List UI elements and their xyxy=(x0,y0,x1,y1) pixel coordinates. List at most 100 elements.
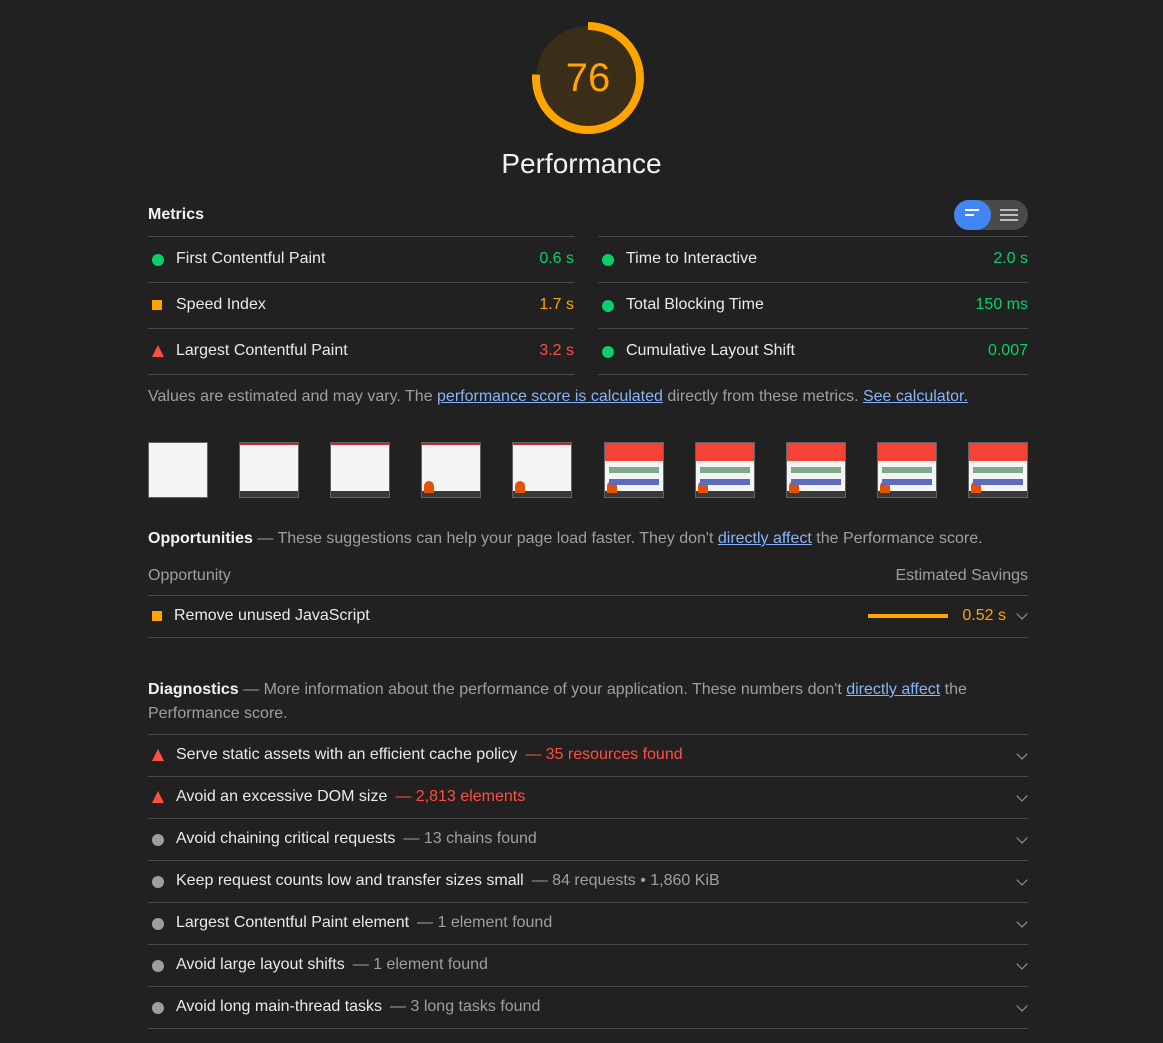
note-prefix: Values are estimated and may vary. The xyxy=(148,388,438,405)
estimated-savings-column-header: Estimated Savings xyxy=(895,567,1028,584)
metric-value: 2.0 s xyxy=(993,250,1028,267)
opportunity-row[interactable]: Remove unused JavaScript 0.52 s xyxy=(148,596,1028,638)
filmstrip-frame xyxy=(421,442,481,498)
diagnostic-detail: — 1 element found xyxy=(352,956,488,973)
diagnostic-label: Largest Contentful Paint element xyxy=(176,914,410,931)
metric-label: First Contentful Paint xyxy=(176,250,326,267)
metric-row: Largest Contentful Paint 3.2 s xyxy=(148,328,574,375)
metric-value: 0.6 s xyxy=(539,250,574,267)
info-circle-icon xyxy=(152,834,164,846)
metric-value: 150 ms xyxy=(975,296,1028,313)
diagnostic-row[interactable]: Avoid chaining critical requests — 13 cha… xyxy=(148,818,1028,860)
chevron-down-icon[interactable] xyxy=(1016,748,1028,760)
metric-label: Largest Contentful Paint xyxy=(176,342,348,359)
diagnostic-row[interactable]: Serve static assets with an efficient ca… xyxy=(148,734,1028,776)
diagnostic-label-group: Keep request counts low and transfer siz… xyxy=(176,872,720,890)
diagnostic-label: Avoid large layout shifts xyxy=(176,956,345,973)
diagnostics-description: Diagnostics — More information about the… xyxy=(148,678,1028,726)
pass-circle-icon xyxy=(602,254,614,266)
pass-circle-icon xyxy=(602,300,614,312)
metrics-header: Metrics xyxy=(148,198,1028,234)
chevron-down-icon[interactable] xyxy=(1016,608,1028,620)
metrics-note: Values are estimated and may vary. The p… xyxy=(148,388,968,406)
diagnostic-detail: — 3 long tasks found xyxy=(390,998,541,1015)
metric-value: 3.2 s xyxy=(539,342,574,359)
chevron-down-icon[interactable] xyxy=(1016,958,1028,970)
diagnostic-label-group: Avoid large layout shifts — 1 element fou… xyxy=(176,956,488,974)
metrics-view-toggle[interactable] xyxy=(954,200,1028,230)
filmstrip xyxy=(148,442,1028,500)
diagnostic-row[interactable]: Avoid an excessive DOM size — 2,813 eleme… xyxy=(148,776,1028,818)
filmstrip-frame xyxy=(968,442,1028,498)
diagnostic-row[interactable]: Avoid large layout shifts — 1 element fou… xyxy=(148,944,1028,986)
metric-label: Speed Index xyxy=(176,296,266,313)
fail-triangle-icon xyxy=(152,791,164,803)
compact-view-icon xyxy=(965,209,979,219)
filmstrip-frame xyxy=(877,442,937,498)
average-square-icon xyxy=(152,300,162,310)
info-circle-icon xyxy=(152,1002,164,1014)
fail-triangle-icon xyxy=(152,345,164,357)
diagnostic-label: Avoid chaining critical requests xyxy=(176,830,396,847)
chevron-down-icon[interactable] xyxy=(1016,790,1028,802)
filmstrip-frame xyxy=(604,442,664,498)
metric-row: Cumulative Layout Shift 0.007 xyxy=(598,328,1028,375)
metric-row: Total Blocking Time 150 ms xyxy=(598,282,1028,328)
metric-label: Cumulative Layout Shift xyxy=(626,342,795,359)
filmstrip-frame xyxy=(239,442,299,498)
performance-score-link[interactable]: performance score is calculated xyxy=(437,388,663,405)
opportunities-directly-affect-link[interactable]: directly affect xyxy=(718,530,812,547)
diagnostic-detail: — 2,813 elements xyxy=(395,788,526,805)
diagnostic-label-group: Avoid chaining critical requests — 13 cha… xyxy=(176,830,537,848)
diagnostic-row[interactable]: Largest Contentful Paint element — 1 elem… xyxy=(148,902,1028,944)
opportunity-savings: 0.52 s xyxy=(962,607,1006,624)
metrics-column-right: Time to Interactive 2.0 s Total Blocking T… xyxy=(598,236,1028,375)
diagnostic-row[interactable]: Avoid long main-thread tasks — 3 long tas… xyxy=(148,986,1028,1029)
filmstrip-frame xyxy=(786,442,846,498)
metric-row: Speed Index 1.7 s xyxy=(148,282,574,328)
pass-circle-icon xyxy=(602,346,614,358)
see-calculator-link[interactable]: See calculator. xyxy=(863,388,968,405)
info-circle-icon xyxy=(152,876,164,888)
diagnostic-row[interactable]: Keep request counts low and transfer siz… xyxy=(148,860,1028,902)
diagnostic-detail: — 35 resources found xyxy=(525,746,683,763)
diagnostic-label-group: Serve static assets with an efficient ca… xyxy=(176,746,683,764)
filmstrip-frame xyxy=(148,442,208,498)
opportunity-column-header: Opportunity xyxy=(148,567,231,584)
diagnostic-label-group: Avoid long main-thread tasks — 3 long tas… xyxy=(176,998,540,1016)
chevron-down-icon[interactable] xyxy=(1016,832,1028,844)
metrics-column-left: First Contentful Paint 0.6 s Speed Index 1.… xyxy=(148,236,574,375)
diagnostics-directly-affect-link[interactable]: directly affect xyxy=(846,681,940,698)
metric-row: First Contentful Paint 0.6 s xyxy=(148,236,574,282)
chevron-down-icon[interactable] xyxy=(1016,874,1028,886)
diagnostic-label-group: Largest Contentful Paint element — 1 elem… xyxy=(176,914,552,932)
expanded-view-icon[interactable] xyxy=(1000,209,1018,224)
performance-score-value: 76 xyxy=(565,55,611,100)
note-middle: directly from these metrics. xyxy=(662,388,863,405)
info-circle-icon xyxy=(152,960,164,972)
diagnostic-detail: — 1 element found xyxy=(417,914,553,931)
compact-view-button[interactable] xyxy=(954,200,991,230)
metric-label: Time to Interactive xyxy=(626,250,758,267)
savings-bar xyxy=(868,614,948,618)
diagnostic-label: Serve static assets with an efficient ca… xyxy=(176,746,518,763)
metric-value: 1.7 s xyxy=(539,296,574,313)
metrics-title: Metrics xyxy=(148,206,205,223)
metric-label: Total Blocking Time xyxy=(626,296,764,313)
info-circle-icon xyxy=(152,918,164,930)
filmstrip-frame xyxy=(330,442,390,498)
diagnostic-label-group: Avoid an excessive DOM size — 2,813 eleme… xyxy=(176,788,525,806)
diagnostic-detail: — 84 requests • 1,860 KiB xyxy=(531,872,720,889)
opportunities-title: Opportunities xyxy=(148,530,253,547)
diagnostic-label: Avoid an excessive DOM size xyxy=(176,788,388,805)
opportunities-table-header: Opportunity Estimated Savings xyxy=(148,567,1028,596)
diagnostics-title: Diagnostics xyxy=(148,681,239,698)
filmstrip-frame xyxy=(512,442,572,498)
chevron-down-icon[interactable] xyxy=(1016,916,1028,928)
filmstrip-frame xyxy=(695,442,755,498)
pass-circle-icon xyxy=(152,254,164,266)
chevron-down-icon[interactable] xyxy=(1016,1000,1028,1012)
diagnostic-label: Avoid long main-thread tasks xyxy=(176,998,383,1015)
diagnostic-label: Keep request counts low and transfer siz… xyxy=(176,872,524,889)
fail-triangle-icon xyxy=(152,749,164,761)
